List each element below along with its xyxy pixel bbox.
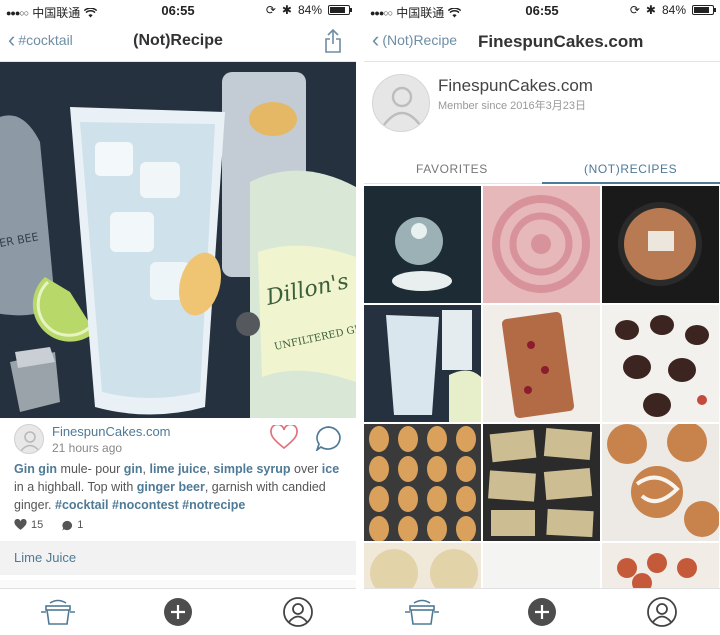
likes-heart-icon [14, 519, 27, 530]
bottom-tab-bar [0, 588, 356, 635]
status-bar: ●●●○○ 中国联通 06:55 ⟳ ✱ 84% [364, 0, 720, 22]
cocktail-illustration: ER BEE Dillon's UNFILTERED GIN [0, 62, 356, 418]
profile-icon[interactable] [282, 597, 314, 629]
screen-divider [356, 0, 364, 635]
user-avatar[interactable] [14, 424, 44, 454]
caption-link[interactable]: ice [322, 462, 339, 476]
active-tab-indicator [542, 182, 720, 184]
default-avatar-icon [19, 431, 41, 453]
like-heart-icon[interactable] [270, 425, 298, 450]
battery-percent: 84% [297, 3, 322, 17]
battery-fill [694, 7, 710, 13]
status-bar: ●●●○○ 中国联通 06:55 ⟳ ✱ 84% [0, 0, 356, 22]
caption-link[interactable]: Gin gin [14, 462, 57, 476]
ingredient-row[interactable]: Lime Juice [0, 541, 356, 575]
bluetooth-icon: ✱ [281, 3, 292, 17]
comments-bubble-icon [62, 520, 73, 531]
caption-link[interactable]: ginger beer [137, 480, 205, 494]
tab-favorites[interactable]: FAVORITES [416, 162, 488, 176]
battery-percent: 84% [661, 3, 686, 17]
left-screen: ●●●○○ 中国联通 06:55 ⟳ ✱ 84% ‹ #cocktail (No… [0, 0, 356, 635]
page-title: (Not)Recipe [133, 32, 223, 49]
back-label: (Not)Recipe [382, 32, 458, 48]
caption-link[interactable]: lime juice [149, 462, 206, 476]
caption-text: mule- pour [57, 462, 124, 476]
post-caption: Gin gin mule- pour gin, lime juice, simp… [14, 460, 344, 514]
orientation-lock-icon: ⟳ [265, 3, 276, 17]
caption-link[interactable]: gin [124, 462, 143, 476]
pot-icon[interactable] [40, 597, 76, 627]
frosted-cake-photo[interactable] [483, 186, 600, 303]
gin-cocktail-photo[interactable] [364, 305, 481, 422]
cocktail-photo[interactable]: ER BEE Dillon's UNFILTERED GIN [0, 62, 356, 418]
add-icon[interactable] [161, 597, 195, 631]
caption-link[interactable]: simple syrup [213, 462, 290, 476]
back-button[interactable]: ‹ (Not)Recipe [372, 27, 458, 52]
profile-icon[interactable] [646, 597, 678, 629]
tab-not-recipes[interactable]: (NOT)RECIPES [584, 162, 677, 176]
default-avatar-icon [383, 86, 421, 126]
madeleines-photo[interactable] [364, 424, 481, 541]
profile-name: FinespunCakes.com [438, 76, 593, 95]
cinnamon-rolls-photo[interactable] [602, 424, 719, 541]
caption-text: over [290, 462, 322, 476]
recipe-grid [364, 186, 720, 635]
battery-fill [330, 7, 346, 13]
share-icon[interactable] [324, 28, 342, 54]
chevron-left-icon: ‹ [372, 27, 380, 52]
add-icon[interactable] [525, 597, 559, 631]
likes-count: 15 [31, 519, 44, 531]
pot-icon[interactable] [404, 597, 440, 627]
profile-avatar[interactable] [372, 74, 430, 132]
cake-pop-photo[interactable] [364, 186, 481, 303]
granola-bars-photo[interactable] [483, 424, 600, 541]
member-since: Member since 2016年3月23日 [438, 100, 586, 112]
page-title: FinespunCakes.com [478, 32, 644, 51]
orientation-lock-icon: ⟳ [629, 3, 640, 17]
post-stats: 15 1 [14, 519, 83, 531]
ingredient-row-next [0, 580, 356, 588]
comments-count: 1 [77, 519, 84, 531]
chocolate-bonbons-photo[interactable] [602, 305, 719, 422]
profile-tabs: FAVORITES (NOT)RECIPES [364, 156, 720, 184]
bottom-tab-bar [364, 588, 720, 635]
battery-icon [328, 5, 352, 15]
comment-bubble-icon[interactable] [314, 425, 342, 451]
nav-bar: ‹ #cocktail (Not)Recipe [0, 22, 356, 62]
nav-bar: ‹ (Not)Recipe FinespunCakes.com [364, 22, 720, 62]
caption-text: in a highball. Top with [14, 480, 137, 494]
bluetooth-icon: ✱ [645, 3, 656, 17]
battery-icon [692, 5, 716, 15]
post: FinespunCakes.com 21 hours ago Gin gin m… [0, 418, 356, 538]
profile-header: FinespunCakes.com Member since 2016年3月23… [364, 62, 720, 150]
skillet-cookie-photo[interactable] [602, 186, 719, 303]
cranberry-bread-photo[interactable] [483, 305, 600, 422]
right-screen: ●●●○○ 中国联通 06:55 ⟳ ✱ 84% ‹ (Not)Recipe F… [364, 0, 720, 635]
post-time: 21 hours ago [52, 441, 123, 455]
caption-link[interactable]: #cocktail #nocontest #notrecipe [55, 498, 245, 512]
post-username[interactable]: FinespunCakes.com [52, 424, 171, 439]
